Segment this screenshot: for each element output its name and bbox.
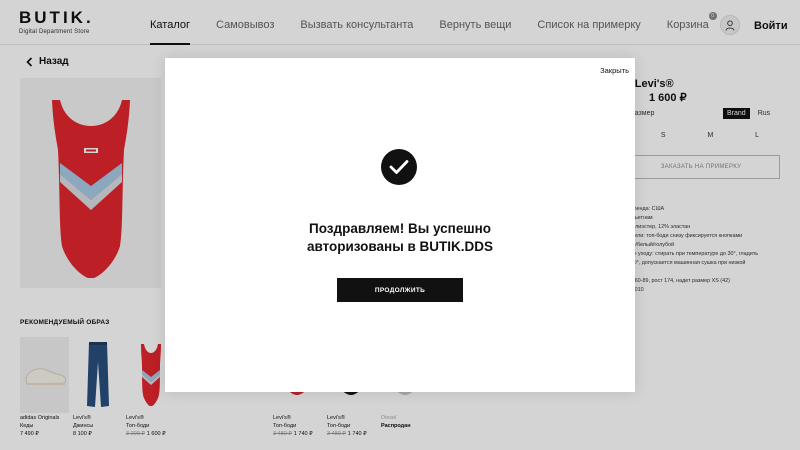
continue-button[interactable]: ПРОДОЛЖИТЬ <box>337 278 463 302</box>
page: BUTIK. Digital Department Store Каталог … <box>0 0 800 450</box>
checkmark-icon <box>381 149 417 185</box>
success-message-line1: Поздравляем! Вы успешно <box>309 221 491 236</box>
modal-close-button[interactable]: Закрыть <box>600 66 629 75</box>
auth-success-modal: Закрыть Поздравляем! Вы успешно авторизо… <box>165 58 635 392</box>
success-message: Поздравляем! Вы успешно авторизованы в B… <box>165 220 635 256</box>
success-message-line2: авторизованы в BUTIK.DDS <box>306 239 494 254</box>
